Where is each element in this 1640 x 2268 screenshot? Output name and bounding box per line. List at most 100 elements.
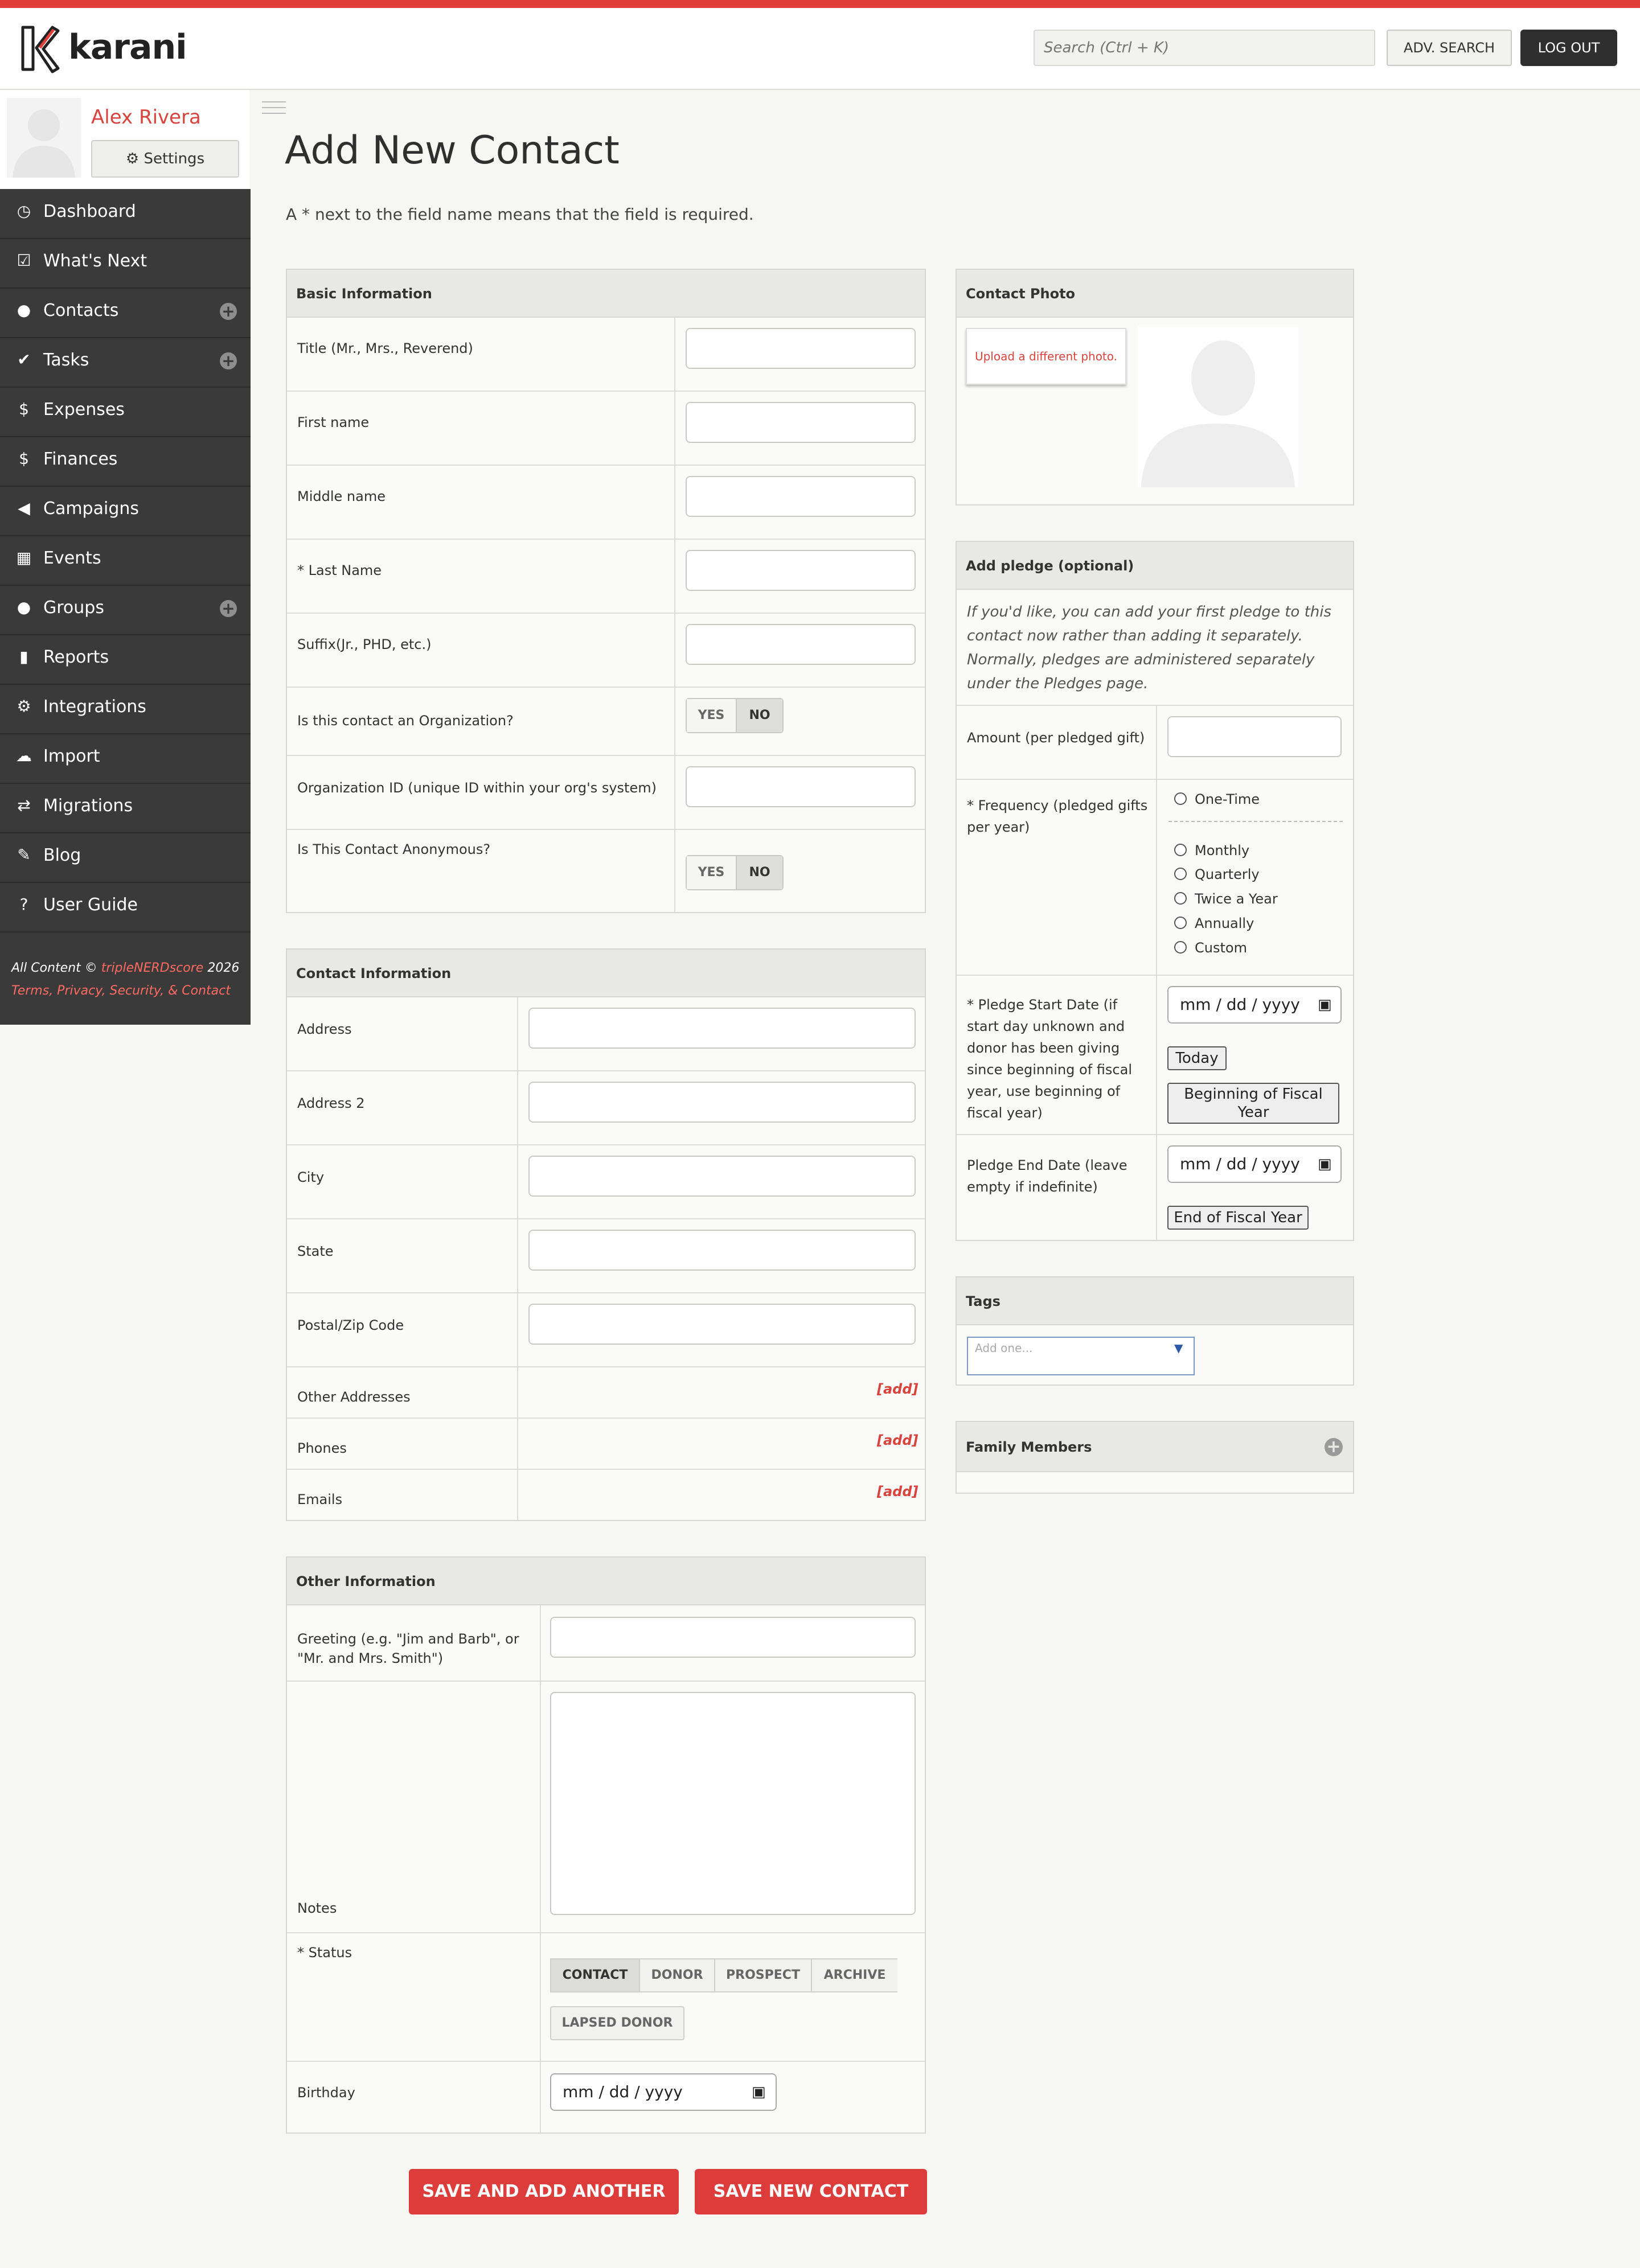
app-logo-text[interactable]: karani xyxy=(68,27,187,67)
pledge-end-date-input[interactable]: mm / dd / yyyy ▣ xyxy=(1167,1145,1342,1183)
address-input[interactable] xyxy=(528,1008,916,1049)
is-org-no[interactable]: NO xyxy=(736,699,782,732)
calendar-icon[interactable]: ▣ xyxy=(752,2074,766,2110)
start-date-label-line: fiscal year) xyxy=(967,1105,1043,1121)
anonymous-no[interactable]: NO xyxy=(736,856,782,889)
state-input[interactable] xyxy=(528,1230,916,1271)
add-email-link[interactable]: [add] xyxy=(877,1484,919,1499)
title-input[interactable] xyxy=(686,328,916,369)
status-contact-button[interactable]: CONTACT xyxy=(550,1958,640,1992)
sidebar-item-groups[interactable]: ● Groups + xyxy=(0,585,251,635)
adv-search-button[interactable]: ADV. SEARCH xyxy=(1387,30,1512,66)
brand-top-bar xyxy=(0,0,1640,8)
chevron-down-icon[interactable]: ▼ xyxy=(1174,1341,1183,1355)
sidebar-item-dashboard[interactable]: ◷ Dashboard xyxy=(0,189,251,239)
add-phone-link[interactable]: [add] xyxy=(877,1432,919,1448)
notes-textarea[interactable] xyxy=(550,1692,916,1915)
gear-icon: ⚙ xyxy=(17,697,31,716)
frequency-radio-custom[interactable] xyxy=(1174,941,1187,954)
status-archive-button[interactable]: ARCHIVE xyxy=(811,1958,897,1992)
add-circle-icon[interactable]: + xyxy=(220,352,237,369)
sidebar-item-campaigns[interactable]: ◀ Campaigns xyxy=(0,486,251,536)
frequency-radio-annually[interactable] xyxy=(1174,917,1187,929)
avatar[interactable] xyxy=(7,98,81,178)
start-date-label-line: donor has been giving xyxy=(967,1040,1120,1056)
frequency-radio-monthly[interactable] xyxy=(1174,844,1187,856)
search-input[interactable] xyxy=(1034,30,1375,66)
anonymous-toggle[interactable]: YES NO xyxy=(686,855,784,890)
sidebar-item-blog[interactable]: ✎ Blog xyxy=(0,833,251,883)
status-prospect-button[interactable]: PROSPECT xyxy=(714,1958,812,1992)
add-address-link[interactable]: [add] xyxy=(877,1381,919,1397)
frequency-radio-quarterly[interactable] xyxy=(1174,868,1187,880)
sidebar-item-migrations[interactable]: ⇄ Migrations xyxy=(0,783,251,833)
gear-icon: ⚙ xyxy=(125,150,140,167)
frequency-option-label: Custom xyxy=(1195,940,1247,956)
pledge-start-date-input[interactable]: mm / dd / yyyy ▣ xyxy=(1167,986,1342,1024)
sidebar-item-label: User Guide xyxy=(43,895,138,915)
contact-info-heading: Contact Information xyxy=(287,950,925,997)
greeting-input[interactable] xyxy=(550,1617,916,1658)
sidebar-item-user-guide[interactable]: ? User Guide xyxy=(0,882,251,932)
frequency-radio-one-time[interactable] xyxy=(1174,792,1187,805)
beginning-fiscal-year-button[interactable]: Beginning of Fiscal Year xyxy=(1167,1083,1339,1124)
sidebar-item-import[interactable]: ☁ Import xyxy=(0,734,251,784)
state-label: State xyxy=(297,1243,334,1259)
first-name-input[interactable] xyxy=(686,402,916,443)
status-donor-button[interactable]: DONOR xyxy=(639,1958,715,1992)
today-button[interactable]: Today xyxy=(1167,1046,1227,1070)
settings-button[interactable]: ⚙ Settings xyxy=(91,140,239,178)
exchange-icon: ⇄ xyxy=(17,796,31,815)
calendar-icon[interactable]: ▣ xyxy=(1318,987,1332,1022)
status-lapsed-donor-button[interactable]: LAPSED DONOR xyxy=(550,2006,684,2040)
zip-label: Postal/Zip Code xyxy=(297,1317,404,1333)
add-circle-icon[interactable]: + xyxy=(220,303,237,320)
sidebar-item-reports[interactable]: ▮ Reports xyxy=(0,635,251,685)
org-id-input[interactable] xyxy=(686,766,916,807)
first-name-label: First name xyxy=(297,414,370,430)
sidebar-item-events[interactable]: ▦ Events xyxy=(0,536,251,586)
calendar-icon[interactable]: ▣ xyxy=(1318,1147,1332,1182)
upload-photo-button[interactable]: Upload a different photo. xyxy=(966,328,1126,385)
frequency-separator xyxy=(1168,821,1343,822)
dashboard-icon: ◷ xyxy=(17,202,31,220)
is-org-toggle[interactable]: YES NO xyxy=(686,698,784,733)
sidebar-item-contacts[interactable]: ● Contacts + xyxy=(0,288,251,338)
sidebar-item-what-s-next[interactable]: ☑ What's Next xyxy=(0,239,251,289)
end-fiscal-year-button[interactable]: End of Fiscal Year xyxy=(1167,1206,1309,1230)
sidebar-item-finances[interactable]: $ Finances xyxy=(0,437,251,487)
terms-privacy-link[interactable]: Terms, Privacy, Security, & Contact xyxy=(11,984,231,998)
karani-logo-icon[interactable] xyxy=(17,23,63,74)
city-input[interactable] xyxy=(528,1156,916,1197)
sidebar-item-label: Campaigns xyxy=(43,499,140,519)
end-date-label-line: empty if indefinite) xyxy=(967,1179,1098,1195)
anonymous-yes[interactable]: YES xyxy=(687,856,736,889)
zip-input[interactable] xyxy=(528,1304,916,1345)
check-square-icon: ☑ xyxy=(17,251,31,270)
frequency-radio-twice-a-year[interactable] xyxy=(1174,892,1187,905)
triplenerdscore-link[interactable]: tripleNERDscore xyxy=(101,961,204,975)
sidebar-item-label: Migrations xyxy=(43,796,133,816)
sidebar-item-expenses[interactable]: $ Expenses xyxy=(0,387,251,437)
sidebar-item-tasks[interactable]: ✔ Tasks + xyxy=(0,338,251,388)
add-family-member-icon[interactable]: + xyxy=(1325,1438,1343,1456)
notes-label: Notes xyxy=(297,1900,337,1916)
sidebar-item-label: Expenses xyxy=(43,400,125,420)
address2-input[interactable] xyxy=(528,1082,916,1123)
frequency-option-label: Quarterly xyxy=(1195,866,1260,882)
is-org-yes[interactable]: YES xyxy=(687,699,736,732)
add-circle-icon[interactable]: + xyxy=(220,600,237,617)
save-and-add-another-button[interactable]: SAVE AND ADD ANOTHER xyxy=(409,2169,679,2214)
tags-select[interactable]: Add one... ▼ xyxy=(967,1337,1195,1375)
save-new-contact-button[interactable]: SAVE NEW CONTACT xyxy=(695,2169,927,2214)
amount-input[interactable] xyxy=(1167,716,1342,757)
birthday-date-input[interactable]: mm / dd / yyyy ▣ xyxy=(550,2073,777,2111)
start-date-label-line: since beginning of fiscal xyxy=(967,1062,1132,1078)
profile-name[interactable]: Alex Rivera xyxy=(91,106,201,129)
middle-name-input[interactable] xyxy=(686,476,916,517)
sidebar-item-integrations[interactable]: ⚙ Integrations xyxy=(0,684,251,734)
logout-button[interactable]: LOG OUT xyxy=(1520,30,1617,66)
suffix-input[interactable] xyxy=(686,624,916,665)
last-name-input[interactable] xyxy=(686,550,916,591)
sidebar-toggle-icon[interactable] xyxy=(262,101,286,114)
